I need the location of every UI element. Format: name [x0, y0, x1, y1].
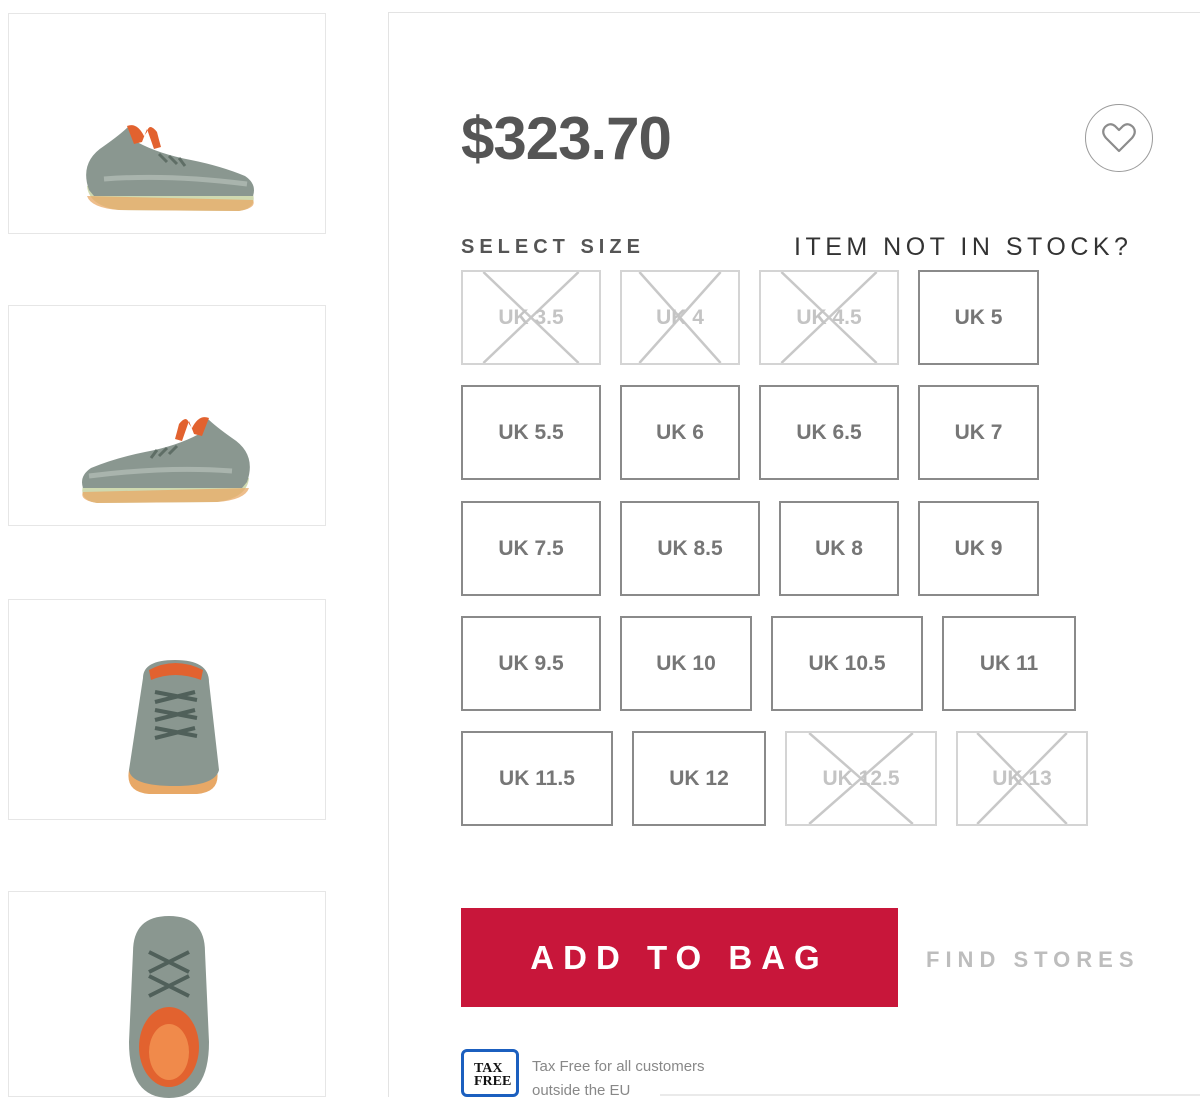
tax-free-logo-text: TAX FREE: [474, 1061, 512, 1089]
item-not-in-stock-link[interactable]: ITEM NOT IN STOCK?: [794, 234, 1132, 260]
size-label: UK 6: [656, 420, 704, 444]
size-option-uk-5[interactable]: UK 5: [918, 270, 1039, 365]
find-stores-link[interactable]: FIND STORES: [926, 947, 1140, 973]
sneaker-front-image: [128, 660, 219, 794]
size-option-uk-4: UK 4: [620, 270, 740, 365]
size-label: UK 13: [992, 766, 1052, 790]
heart-outline-icon: [1102, 123, 1136, 153]
size-option-uk-10[interactable]: UK 10: [620, 616, 752, 711]
size-option-uk-11-5[interactable]: UK 11.5: [461, 731, 613, 826]
size-label: UK 9.5: [498, 651, 564, 675]
size-option-uk-12-5: UK 12.5: [785, 731, 937, 826]
sneaker-top-image: [129, 916, 209, 1098]
size-option-uk-3-5: UK 3.5: [461, 270, 601, 365]
size-option-uk-13: UK 13: [956, 731, 1088, 826]
size-option-uk-7[interactable]: UK 7: [918, 385, 1039, 480]
size-label: UK 12.5: [822, 766, 900, 790]
product-thumbnail-2[interactable]: [8, 305, 326, 526]
add-to-bag-button[interactable]: ADD TO BAG: [461, 908, 898, 1007]
size-option-uk-12[interactable]: UK 12: [632, 731, 766, 826]
size-label: UK 4: [656, 305, 704, 329]
size-option-uk-7-5[interactable]: UK 7.5: [461, 501, 601, 596]
size-label: UK 8: [815, 536, 863, 560]
size-label: UK 11: [979, 651, 1039, 675]
size-option-uk-9[interactable]: UK 9: [918, 501, 1039, 596]
select-size-label: SELECT SIZE: [461, 236, 645, 258]
size-label: UK 7: [954, 420, 1003, 444]
tax-free-line-2: outside the EU: [532, 1082, 631, 1099]
size-label: UK 10: [656, 651, 716, 675]
size-label: UK 12: [669, 766, 729, 790]
size-label: UK 6.5: [796, 420, 862, 444]
size-label: UK 3.5: [498, 305, 564, 329]
product-thumbnail-1[interactable]: [8, 13, 326, 234]
size-option-uk-5-5[interactable]: UK 5.5: [461, 385, 601, 480]
size-label: UK 5.5: [498, 420, 564, 444]
size-option-uk-6-5[interactable]: UK 6.5: [759, 385, 899, 480]
size-option-uk-8-5[interactable]: UK 8.5: [620, 501, 760, 596]
size-label: UK 9: [954, 536, 1003, 560]
size-option-uk-4-5: UK 4.5: [759, 270, 899, 365]
size-option-uk-6[interactable]: UK 6: [620, 385, 740, 480]
size-label: UK 5: [954, 305, 1003, 329]
size-label: UK 8.5: [657, 536, 723, 560]
size-option-uk-10-5[interactable]: UK 10.5: [771, 616, 923, 711]
size-label: UK 4.5: [796, 305, 862, 329]
sneaker-side-image: [86, 125, 255, 211]
size-label: UK 7.5: [498, 536, 564, 560]
size-label: UK 11.5: [499, 766, 575, 790]
product-thumbnail-3[interactable]: [8, 599, 326, 820]
size-label: UK 10.5: [808, 651, 886, 675]
size-option-uk-8[interactable]: UK 8: [779, 501, 899, 596]
size-option-uk-9-5[interactable]: UK 9.5: [461, 616, 601, 711]
wishlist-button[interactable]: [1085, 104, 1153, 172]
tax-free-logo: TAX FREE: [461, 1049, 519, 1097]
size-option-uk-11[interactable]: UK 11: [942, 616, 1076, 711]
product-thumbnail-4[interactable]: [8, 891, 326, 1098]
sneaker-side-image: [82, 417, 250, 503]
tax-free-line-1: Tax Free for all customers: [532, 1058, 705, 1075]
product-price: $323.70: [461, 105, 672, 172]
divider: [660, 1094, 1200, 1096]
